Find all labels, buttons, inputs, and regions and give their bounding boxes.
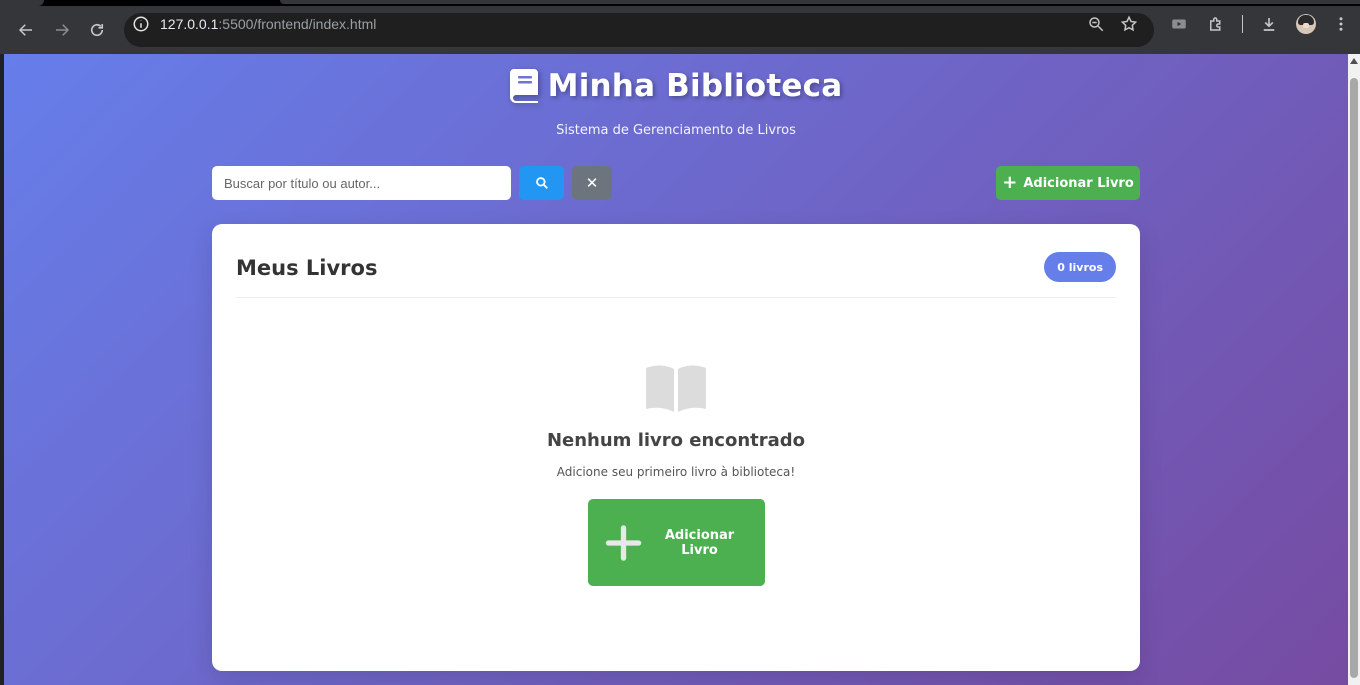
download-icon[interactable] (1259, 14, 1279, 34)
scroll-up-icon[interactable] (1350, 58, 1358, 64)
book-count-badge: 0 livros (1044, 252, 1116, 282)
zoom-icon[interactable] (1086, 14, 1106, 34)
tab-strip-background (280, 0, 1360, 4)
page-subtitle: Sistema de Gerenciamento de Livros (556, 123, 796, 138)
url-text[interactable]: 127.0.0.1:5500/frontend/index.html (160, 16, 376, 32)
empty-state: Nenhum livro encontrado Adicione seu pri… (212, 364, 1140, 586)
add-first-book-button[interactable]: Adicionar Livro (587, 499, 765, 586)
search-button[interactable] (519, 166, 564, 200)
scrollbar-thumb[interactable] (1350, 78, 1358, 678)
extensions-icon[interactable] (1206, 14, 1226, 34)
title-row: Minha Biblioteca (509, 68, 843, 104)
page-title: Minha Biblioteca (547, 68, 843, 104)
browser-toolbar: 127.0.0.1:5500/frontend/index.html (0, 6, 1360, 54)
books-card-header: Meus Livros 0 livros (236, 248, 1116, 298)
page-header: Minha Biblioteca Sistema de Gerenciament… (4, 68, 1348, 138)
url-path: :5500/frontend/index.html (218, 16, 377, 32)
open-book-icon (646, 365, 706, 412)
reload-icon[interactable] (85, 18, 109, 42)
close-icon: ✕ (585, 174, 599, 192)
book-icon (509, 69, 538, 103)
url-host: 127.0.0.1 (160, 16, 219, 32)
site-info-icon[interactable] (132, 15, 150, 33)
plus-icon: + (1002, 172, 1018, 193)
empty-state-title: Nenhum livro encontrado (546, 430, 806, 451)
clear-search-button[interactable]: ✕ (572, 166, 612, 200)
empty-state-description: Adicione seu primeiro livro à biblioteca… (556, 465, 796, 479)
plus-icon (605, 524, 641, 561)
search-input[interactable] (212, 166, 511, 200)
page-scrollbar[interactable] (1348, 54, 1360, 685)
bookmark-star-icon[interactable] (1119, 14, 1139, 34)
books-section-title: Meus Livros (236, 256, 378, 280)
search-icon (535, 177, 548, 189)
forward-icon[interactable] (50, 18, 74, 42)
menu-dots-icon[interactable] (1331, 14, 1351, 34)
page-viewport: Minha Biblioteca Sistema de Gerenciament… (4, 54, 1348, 685)
media-icon[interactable] (1169, 14, 1189, 34)
add-book-button[interactable]: + Adicionar Livro (996, 166, 1140, 200)
books-card: Meus Livros 0 livros Nenhum livro encont… (212, 224, 1140, 671)
add-book-button-label: Adicionar Livro (1023, 175, 1134, 191)
profile-avatar[interactable] (1296, 14, 1316, 34)
back-icon[interactable] (14, 18, 38, 42)
add-first-book-label: Adicionar Livro (664, 527, 735, 558)
toolbar-separator (1242, 15, 1243, 33)
